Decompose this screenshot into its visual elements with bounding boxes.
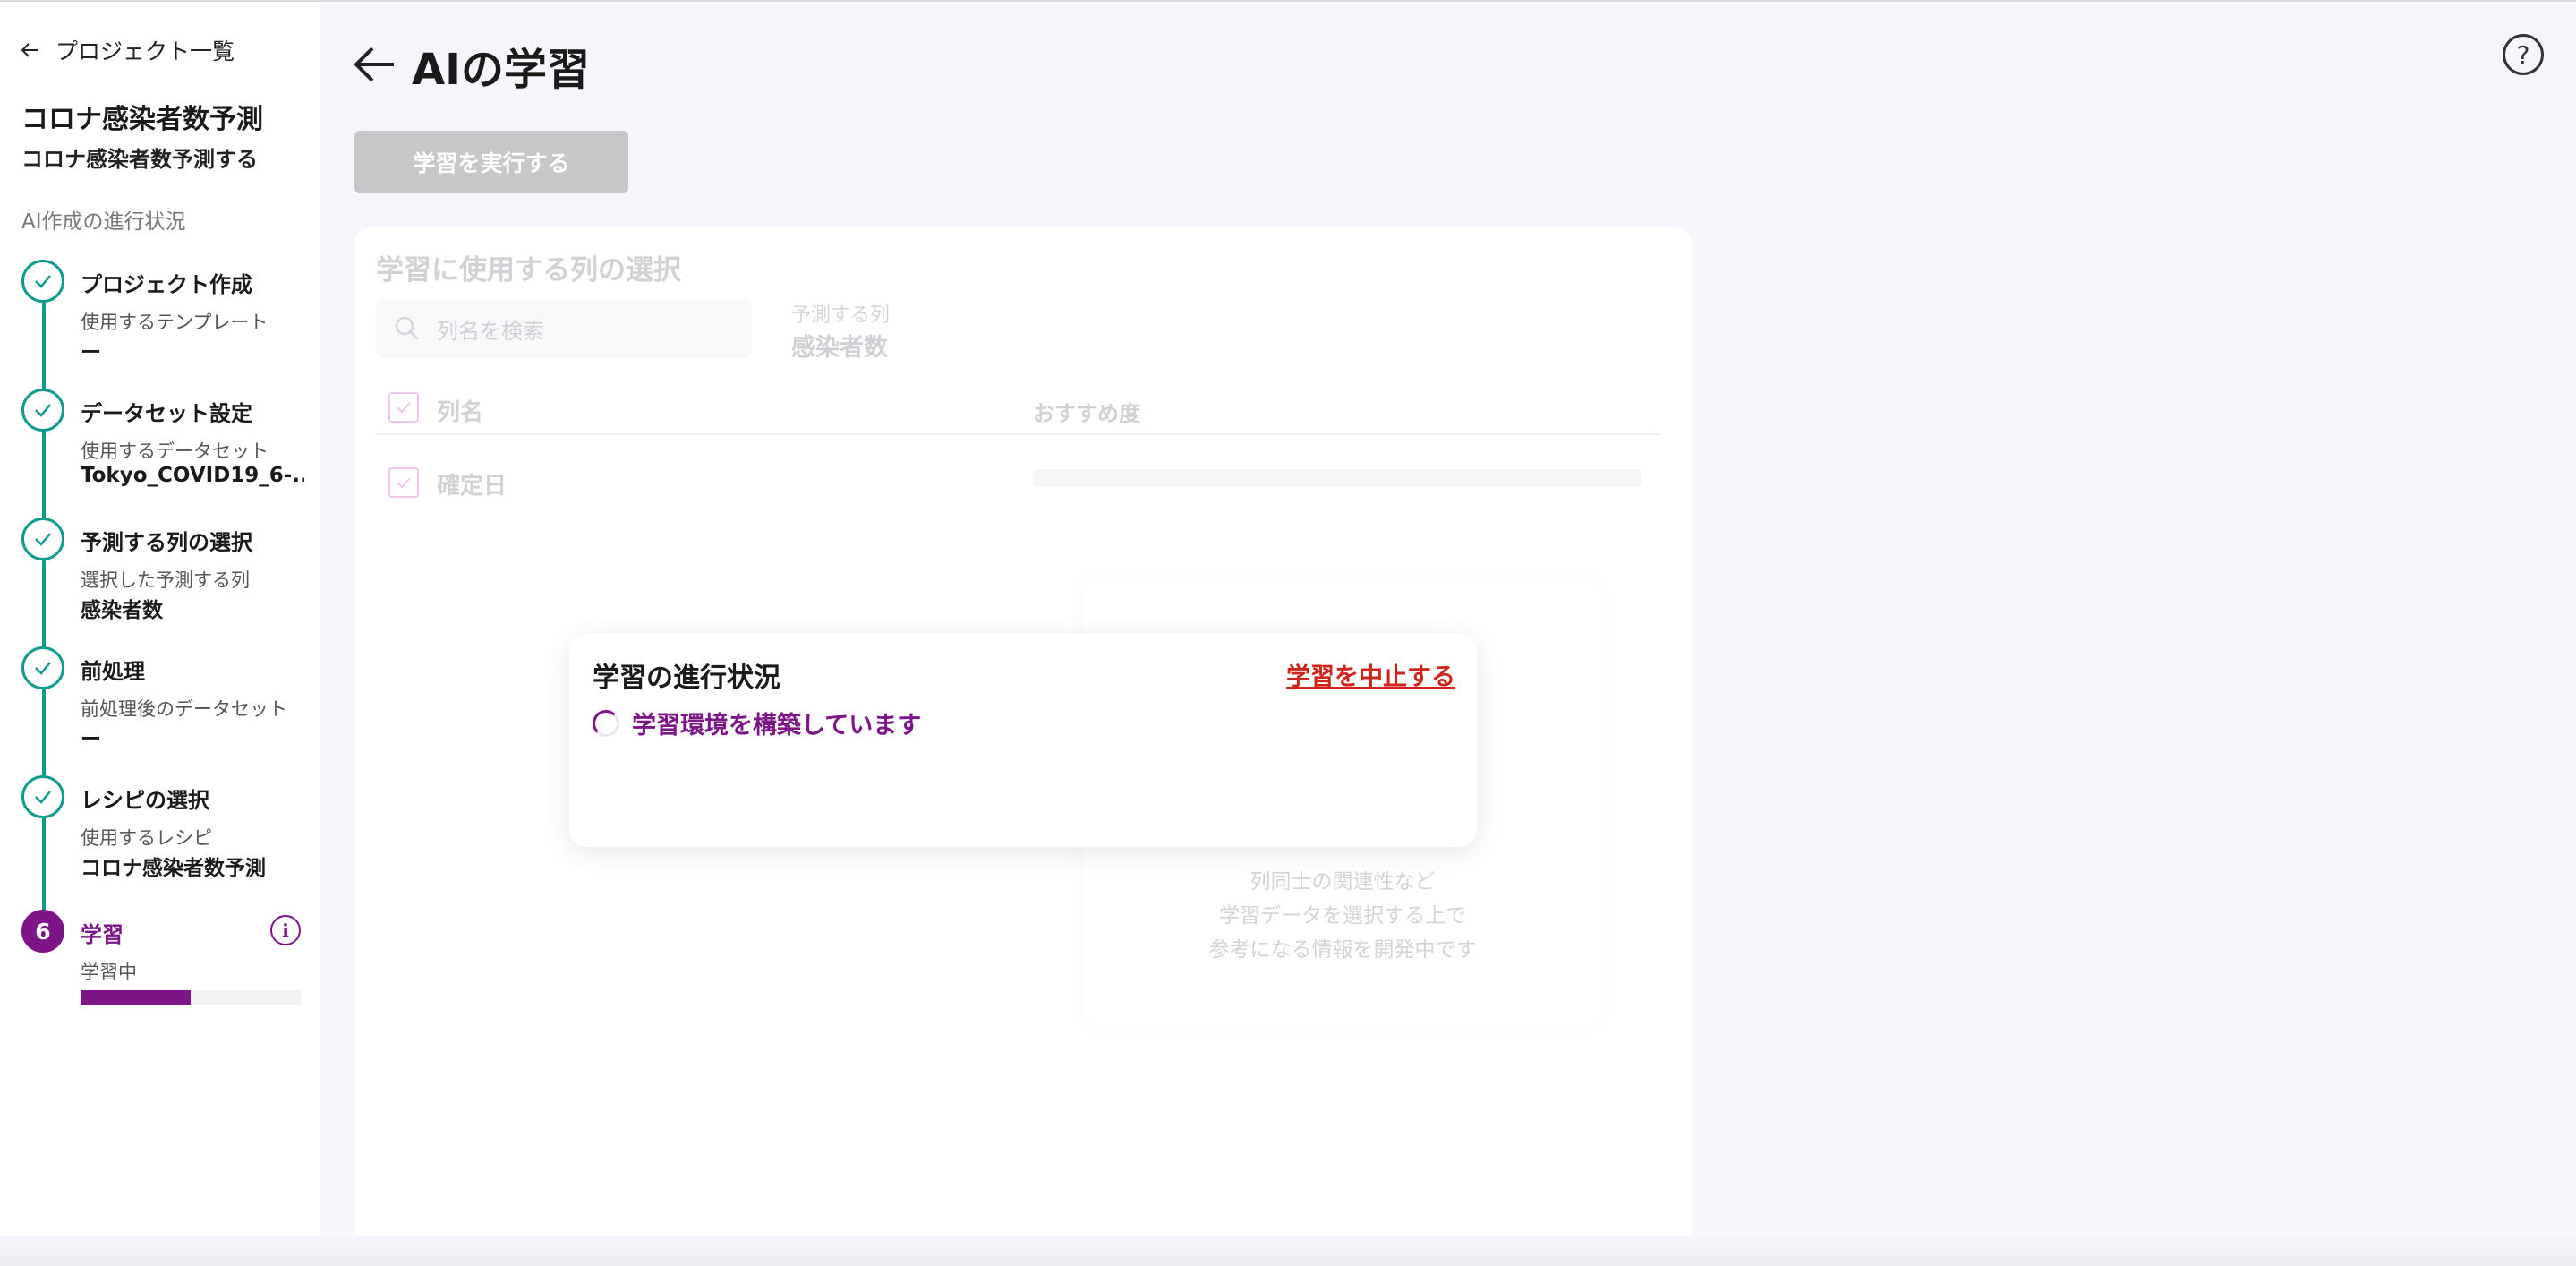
step-connector bbox=[42, 559, 46, 648]
status-text: 学習環境を構築しています bbox=[632, 712, 922, 740]
step-6-number-badge: 6 bbox=[21, 910, 64, 953]
step-3-value: 感染者数 bbox=[81, 599, 163, 622]
training-progress-bar bbox=[81, 990, 301, 1005]
table-row-name: 確定日 bbox=[437, 473, 508, 500]
search-placeholder: 列名を検索 bbox=[437, 318, 544, 344]
step-1-value: ー bbox=[81, 341, 101, 364]
progress-section-label: AI作成の進行状況 bbox=[21, 210, 186, 234]
column-header-recommend: おすすめ度 bbox=[1033, 401, 1140, 426]
step-4-check-icon bbox=[21, 646, 64, 689]
row-checkbox[interactable] bbox=[388, 467, 419, 498]
step-3-check-icon bbox=[21, 518, 64, 560]
step-3-sublabel: 選択した予測する列 bbox=[81, 569, 250, 591]
step-connector bbox=[42, 688, 46, 777]
run-training-button[interactable]: 学習を実行する bbox=[354, 131, 628, 193]
step-5-title[interactable]: レシピの選択 bbox=[81, 783, 209, 814]
step-1-title[interactable]: プロジェクト作成 bbox=[81, 267, 252, 298]
cancel-training-link[interactable]: 学習を中止する bbox=[1286, 657, 1455, 692]
arrow-left-icon bbox=[21, 43, 38, 57]
predict-column-label: 予測する列 bbox=[791, 304, 891, 327]
step-1-sublabel: 使用するテンプレート bbox=[81, 312, 269, 333]
dialog-title: 学習の進行状況 bbox=[593, 663, 780, 694]
training-progress-fill bbox=[81, 990, 191, 1005]
info-icon[interactable]: i bbox=[270, 915, 301, 945]
step-5-check-icon bbox=[21, 775, 64, 818]
info-line-3: 参考になる情報を開発中です bbox=[1208, 938, 1477, 962]
step-5-sublabel: 使用するレシピ bbox=[81, 827, 212, 849]
predict-column-value: 感染者数 bbox=[791, 334, 888, 362]
info-line-1: 列同士の関連性など bbox=[1250, 870, 1436, 894]
loading-spinner-icon bbox=[593, 709, 619, 737]
back-arrow-icon[interactable] bbox=[351, 41, 397, 88]
search-icon bbox=[395, 316, 419, 340]
recommend-bar bbox=[1033, 469, 1642, 487]
sidebar: プロジェクト一覧 コロナ感染者数予測 コロナ感染者数予測する AI作成の進行状況… bbox=[0, 2, 320, 1266]
bottom-shadow bbox=[0, 1236, 2576, 1266]
back-to-projects-label: プロジェクト一覧 bbox=[55, 38, 235, 64]
step-4-sublabel: 前処理後のデータセット bbox=[81, 698, 287, 720]
step-4-title[interactable]: 前処理 bbox=[81, 654, 145, 685]
info-line-2: 学習データを選択する上で bbox=[1219, 904, 1466, 928]
step-3-title[interactable]: 予測する列の選択 bbox=[81, 525, 252, 556]
table-header: 列名 おすすめ度 bbox=[376, 385, 1659, 435]
step-5-value: コロナ感染者数予測 bbox=[81, 857, 266, 880]
step-2-check-icon bbox=[21, 389, 64, 432]
select-all-checkbox[interactable] bbox=[388, 392, 419, 423]
back-to-projects-link[interactable]: プロジェクト一覧 bbox=[20, 34, 235, 66]
column-search-input[interactable]: 列名を検索 bbox=[376, 299, 752, 358]
step-2-value: Tokyo_COVID19_6-... bbox=[81, 464, 304, 487]
step-connector bbox=[42, 301, 46, 390]
question-mark-icon[interactable]: ? bbox=[2503, 34, 2544, 75]
step-2-title[interactable]: データセット設定 bbox=[81, 396, 252, 427]
training-progress-dialog: 学習の進行状況 学習を中止する 学習環境を構築しています bbox=[569, 634, 1477, 847]
step-1-check-icon bbox=[21, 260, 64, 303]
top-border bbox=[0, 0, 2576, 2]
step-4-value: ー bbox=[81, 728, 101, 751]
project-title: コロナ感染者数予測 bbox=[21, 104, 263, 135]
step-2-sublabel: 使用するデータセット bbox=[81, 441, 269, 462]
page-title: AIの学習 bbox=[412, 45, 591, 95]
step-connector bbox=[42, 430, 46, 519]
status-row: 学習環境を構築しています bbox=[593, 706, 921, 740]
info-panel-text: 列同士の関連性など 学習データを選択する上で 参考になる情報を開発中です bbox=[1083, 865, 1602, 967]
step-connector bbox=[42, 817, 46, 910]
step-6-sublabel: 学習中 bbox=[81, 962, 137, 983]
step-6-title[interactable]: 学習 bbox=[81, 917, 124, 948]
column-selection-title: 学習に使用する列の選択 bbox=[376, 254, 681, 287]
column-header-name: 列名 bbox=[437, 399, 484, 426]
project-subtitle: コロナ感染者数予測する bbox=[21, 147, 258, 172]
